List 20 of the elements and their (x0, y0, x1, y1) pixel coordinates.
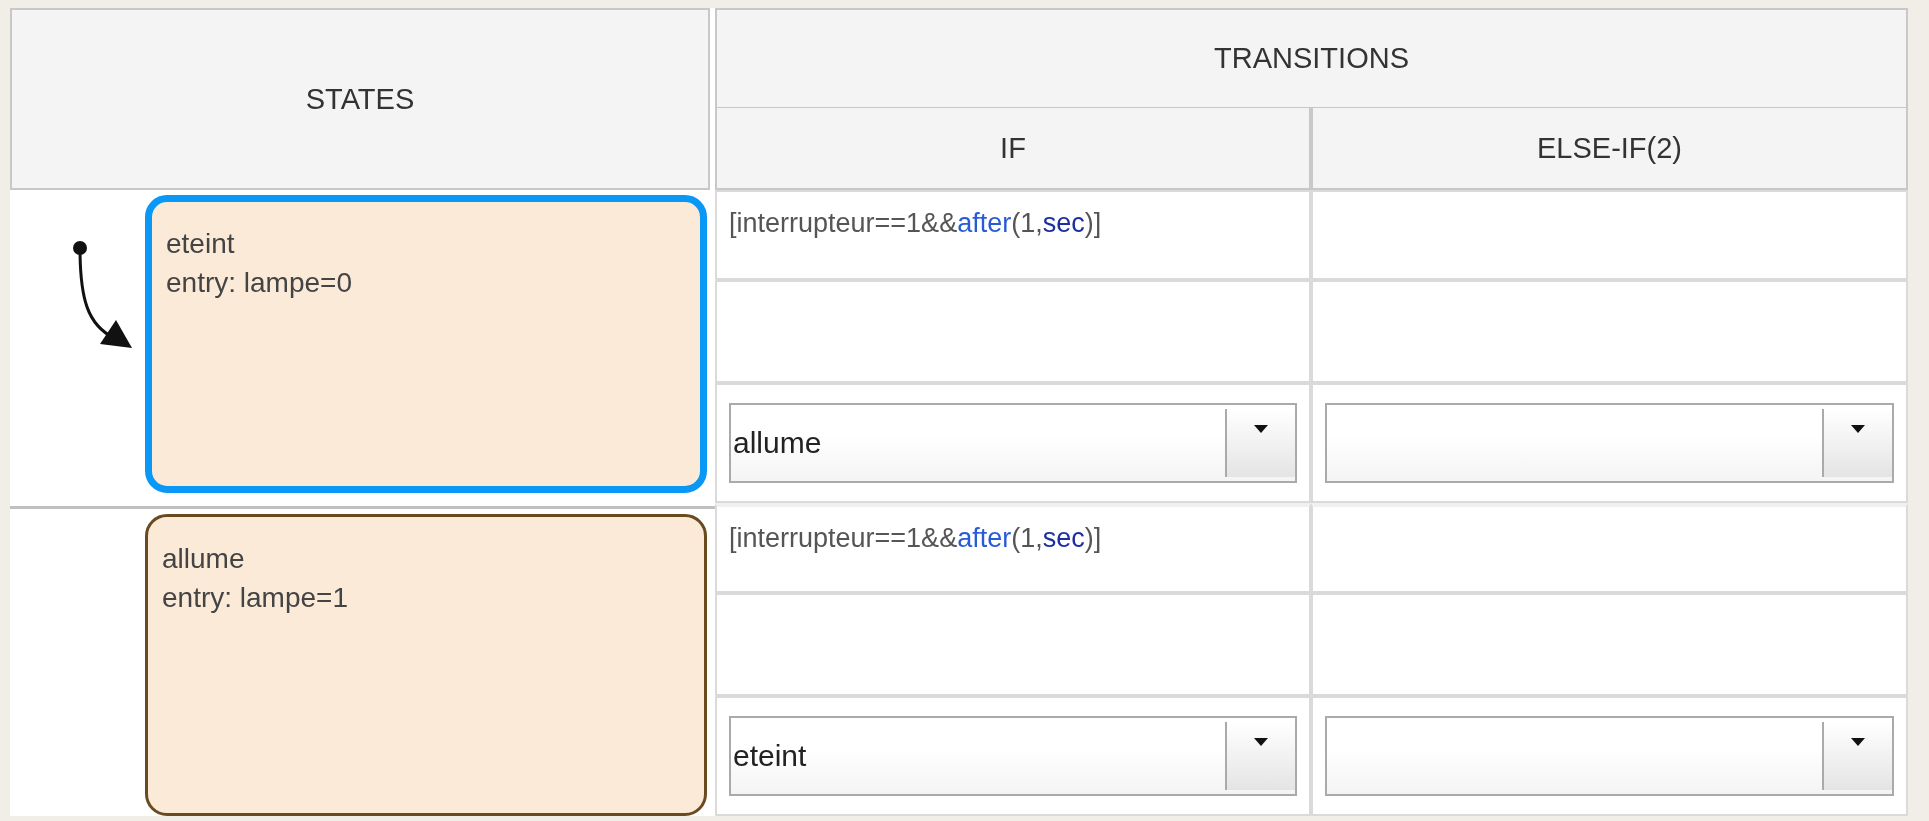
column-header: IF (715, 108, 1311, 190)
column-header: STATES (10, 8, 710, 190)
dropdown[interactable] (1325, 403, 1894, 483)
state-box[interactable]: allume entry: lampe=1 (145, 514, 707, 816)
caret-icon (1851, 425, 1865, 433)
condition-text: [interrupteur==1&&after(1,sec)] (729, 208, 1102, 238)
state-box[interactable]: eteint entry: lampe=0 (145, 195, 707, 493)
state-name: eteint (166, 227, 236, 261)
column-header: ELSE-IF(2) (1311, 108, 1908, 190)
entry-action: entry: lampe=0 (166, 266, 353, 301)
condition-text: [interrupteur==1&&after(1,sec)] (729, 523, 1102, 553)
caret-icon (1254, 738, 1268, 746)
caret-icon (1254, 425, 1268, 433)
dropdown[interactable]: allume (729, 403, 1297, 483)
state-name: allume (162, 542, 246, 576)
entry-action: entry: lampe=1 (162, 581, 349, 616)
column-header: TRANSITIONS (715, 8, 1908, 108)
dropdown[interactable]: eteint (729, 716, 1297, 796)
caret-icon (1851, 738, 1865, 746)
dropdown[interactable] (1325, 716, 1894, 796)
